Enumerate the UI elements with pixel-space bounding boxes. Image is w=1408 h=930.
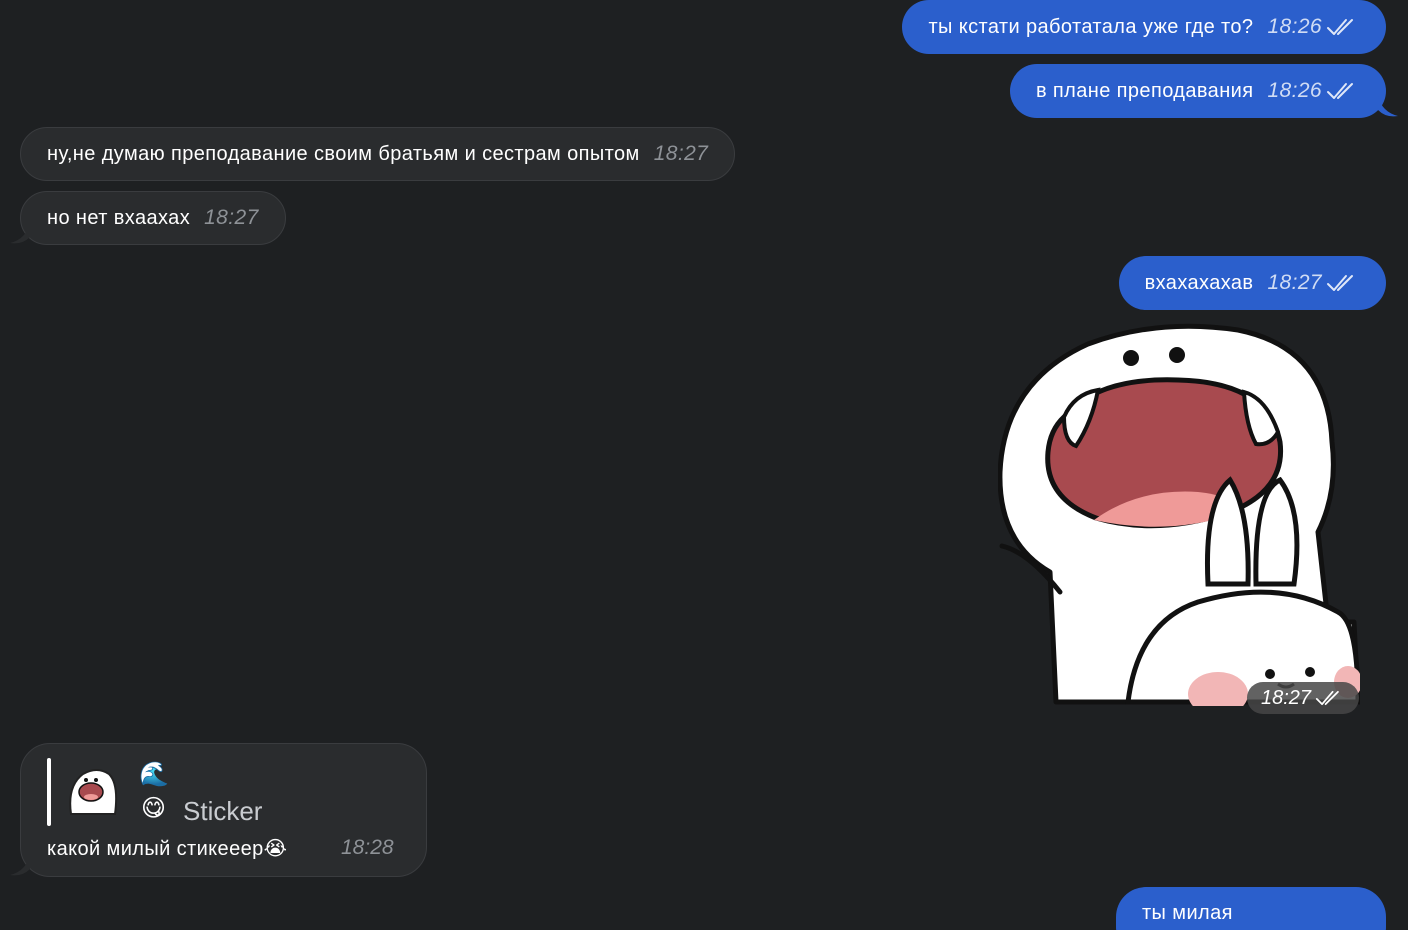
reply-emoji: 😋: [141, 795, 167, 822]
message-time: 18:26: [1267, 15, 1322, 38]
message-text: ты кстати работатала уже где то?: [928, 15, 1254, 38]
incoming-message[interactable]: но нет вхаахах 18:27: [20, 191, 286, 245]
bubble-tail: [10, 223, 30, 244]
message-time: 18:27: [204, 206, 259, 229]
double-check-icon: [1327, 19, 1353, 35]
sticker-time-badge: 18:27: [1247, 682, 1359, 714]
bubble-tail: [1378, 96, 1398, 117]
message-time: 18:27: [653, 142, 709, 165]
message-text: в плане преподавания: [1035, 79, 1254, 102]
bubble-tail: [10, 855, 30, 876]
outgoing-message[interactable]: в плане преподавания 18:26: [1009, 64, 1386, 118]
message-text: ну,не думаю преподавание своим братьям и…: [47, 142, 640, 165]
double-check-icon: [1315, 690, 1339, 706]
message-time: 18:27: [1260, 686, 1312, 709]
message-time: 18:27: [1267, 271, 1322, 294]
incoming-reply-message[interactable]: 🌊 😋 Sticker какой милый стикееер😭 18:28: [20, 743, 427, 877]
message-text: ты милая: [1142, 902, 1233, 924]
message-time: 18:26: [1267, 79, 1322, 102]
double-check-icon: [1327, 275, 1353, 291]
message-text: какой милый стикееер😭: [47, 838, 288, 860]
message-text: вхахахахав: [1144, 271, 1254, 294]
message-text: но нет вхаахах: [47, 206, 191, 229]
reply-emoji: 🌊: [139, 761, 169, 788]
reply-quote-bar: [47, 758, 51, 826]
double-check-icon: [1327, 83, 1353, 99]
sticker-thumbnail[interactable]: [65, 766, 119, 820]
outgoing-message[interactable]: ты милая: [1116, 887, 1386, 930]
outgoing-message[interactable]: ты кстати работатала уже где то? 18:26: [902, 0, 1386, 54]
message-time: 18:28: [341, 836, 394, 859]
chat-area: ты кстати работатала уже где то? 18:26 в…: [0, 0, 1408, 930]
reply-type-label: Sticker: [183, 796, 263, 826]
outgoing-message[interactable]: вхахахахав 18:27: [1118, 256, 1386, 310]
incoming-message[interactable]: ну,не думаю преподавание своим братьям и…: [20, 127, 736, 181]
sticker[interactable]: [998, 322, 1360, 706]
